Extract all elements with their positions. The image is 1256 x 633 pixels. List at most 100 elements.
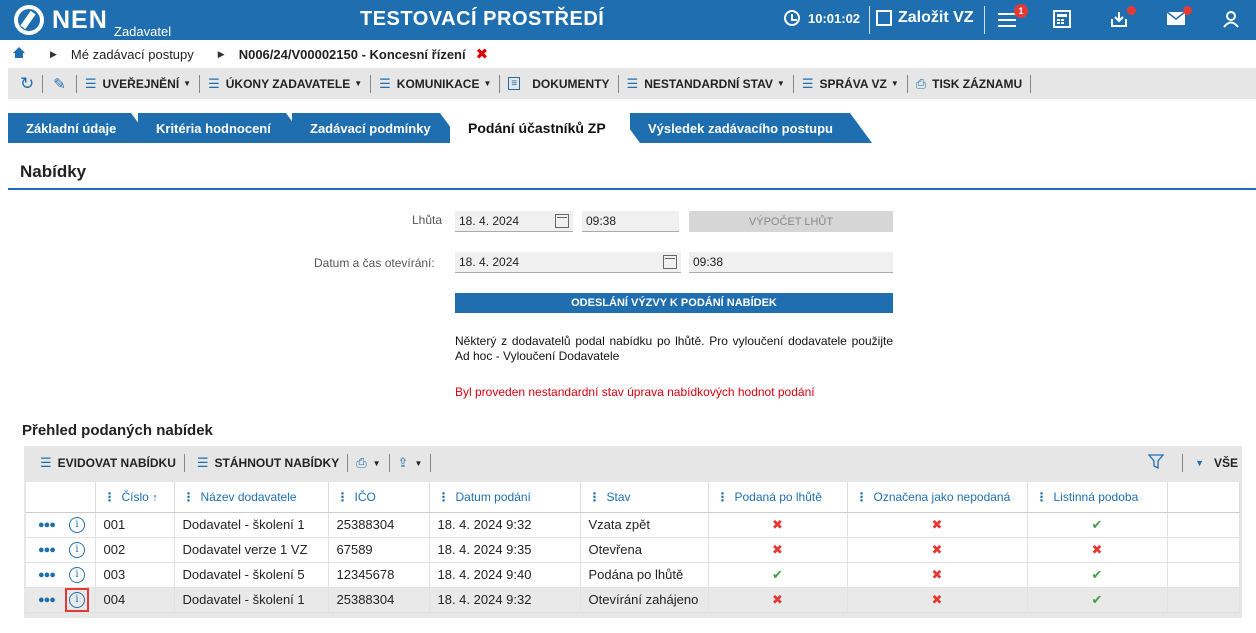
row-actions: ●●● i [26,562,96,588]
cell-supplier-name: Dodavatel - školení 5 [174,562,329,588]
calendar-icon[interactable] [555,214,569,228]
cell-empty [1167,537,1240,563]
calculator-button[interactable] [1053,10,1075,30]
info-icon[interactable]: i [68,566,85,583]
manage-vz-menu[interactable]: ☰ SPRÁVA VZ ▼ [794,68,907,99]
info-icon[interactable]: i [68,591,85,608]
header-divider [869,6,870,34]
create-vz-button[interactable]: Založit VZ [876,9,974,27]
contracting-actions-label: ÚKONY ZADAVATELE [225,76,351,91]
nen-logo[interactable]: NEN [14,4,108,36]
breadcrumb-my-procedures[interactable]: Mé zadávací postupy [71,47,194,62]
column-header-paper-form[interactable]: ⋮ Listinná podoba [1027,482,1168,513]
row-actions: ●●● i [26,512,96,538]
cell-empty [1167,562,1240,588]
sort-ascending-icon: ↑ [152,491,158,504]
chevron-right-icon: ▶ [217,48,225,59]
export-menu[interactable]: ⇪ ▼ [390,446,431,480]
column-header-number[interactable]: ⋮ Číslo ↑ [95,482,175,513]
filter-icon[interactable] [1147,453,1165,474]
deadline-date-field[interactable]: 18. 4. 2024 [455,211,573,232]
user-button[interactable] [1222,10,1244,30]
publish-menu[interactable]: ☰ UVEŘEJNĚNÍ ▼ [77,68,199,99]
caret-down-icon: ▼ [776,79,785,88]
tab-basic-info[interactable]: Základní údaje [8,113,153,143]
messages-button[interactable] [1166,6,1192,30]
column-header-state[interactable]: ⋮ Stav [580,482,709,513]
documents-button[interactable]: ≡ DOKUMENTY [500,68,617,99]
cross-icon: ✖ [931,541,943,557]
communication-menu[interactable]: ☰ KOMUNIKACE ▼ [371,68,499,99]
menu-button[interactable]: 1 [998,4,1028,30]
info-icon[interactable]: i [68,516,85,533]
nonstandard-state-warning: Byl proveden nestandardní stav úprava na… [455,385,815,399]
tab-evaluation-criteria[interactable]: Kritéria hodnocení [138,113,308,143]
grid-toolbar: ☰ EVIDOVAT NABÍDKU ☰ STÁHNOUT NABÍDKY ⎙ ▼ ⇪… [24,446,1242,480]
cell-ico: 67589 [328,537,430,563]
submissions-overview-title: Přehled podaných nabídek [22,422,213,439]
info-icon[interactable]: i [68,541,85,558]
messages-notification-dot [1183,6,1192,15]
view-all-label[interactable]: VŠE [1214,456,1238,470]
cell-late-submission: ✔ [708,562,848,588]
contracting-actions-menu[interactable]: ☰ ÚKONY ZADAVATELE ▼ [200,68,370,99]
cell-number: 002 [95,537,175,563]
inbox-button[interactable] [1110,6,1136,30]
table-row[interactable]: ●●● i 001 Dodavatel - školení 1 25388304 18. … [26,512,1240,538]
more-options-icon[interactable]: ●●● [38,519,56,531]
register-offer-button[interactable]: ☰ EVIDOVAT NABÍDKU [24,446,184,480]
cell-empty [1167,587,1240,613]
send-invitation-button[interactable]: ODESLÁNÍ VÝZVY K PODÁNÍ NABÍDEK [455,293,893,313]
home-icon[interactable] [12,46,26,62]
user-icon [1223,11,1239,28]
more-options-icon[interactable]: ●●● [38,544,56,556]
table-row[interactable]: ●●● i 004 Dodavatel - školení 1 25388304 18. … [26,587,1240,613]
more-options-icon[interactable]: ●●● [38,569,56,581]
cell-state: Otevřena [580,537,709,563]
nonstandard-state-menu[interactable]: ☰ NESTANDARDNÍ STAV ▼ [619,68,793,99]
opening-time-field[interactable]: 09:38 [689,252,893,273]
column-header-submission-date[interactable]: ⋮ Datum podání [429,482,581,513]
more-options-icon[interactable]: ●●● [38,594,56,606]
main-toolbar: ↻ ✎ ☰ UVEŘEJNĚNÍ ▼ ☰ ÚKONY ZADAVATELE ▼ ☰ KOM… [8,68,1256,99]
manage-vz-label: SPRÁVA VZ [819,76,887,91]
refresh-icon: ↻ [20,73,35,93]
caret-down-icon[interactable]: ▼ [1195,458,1204,468]
publish-label: UVEŘEJNĚNÍ [102,76,180,91]
calendar-icon[interactable] [663,255,677,269]
printer-icon: ⎙ [915,75,927,91]
submissions-grid: ☰ EVIDOVAT NABÍDKU ☰ STÁHNOUT NABÍDKY ⎙ ▼ ⇪… [24,446,1242,618]
cell-submission-date: 18. 4. 2024 9:40 [429,562,581,588]
toolbar-divider [1182,454,1184,472]
deadline-time-field[interactable]: 09:38 [582,211,679,232]
tab-tender-conditions[interactable]: Zadávací podmínky [292,113,462,143]
submissions-table: ⋮ Číslo ↑ ⋮ Název dodavatele ⋮ IČO ⋮ Datum p… [26,482,1240,613]
tab-procedure-result[interactable]: Výsledek zadávacího postupu [630,113,872,143]
print-record-button[interactable]: ⎙ TISK ZÁZNAMU [908,68,1030,99]
column-header-ico[interactable]: ⋮ IČO [328,482,430,513]
opening-date-field[interactable]: 18. 4. 2024 [455,252,681,273]
table-row[interactable]: ●●● i 002 Dodavatel verze 1 VZ 67589 18. 4. 2… [26,537,1240,563]
close-icon[interactable]: ✖ [476,45,489,63]
section-divider [8,188,1256,190]
deadline-label: Lhůta [412,213,443,227]
tab-participant-submissions[interactable]: Podání účastníků ZP [450,113,640,143]
table-row[interactable]: ●●● i 003 Dodavatel - školení 5 12345678 18. … [26,562,1240,588]
download-offers-button[interactable]: ☰ STÁHNOUT NABÍDKY [185,446,347,480]
breadcrumb-current-procedure[interactable]: N006/24/V00002150 - Koncesní řízení [239,47,466,62]
print-menu[interactable]: ⎙ ▼ [348,446,388,480]
opening-time-value: 09:38 [693,255,724,269]
print-record-label: TISK ZÁZNAMU [932,76,1023,91]
cell-number: 004 [95,587,175,613]
cell-supplier-name: Dodavatel - školení 1 [174,587,329,613]
edit-button[interactable]: ✎ [43,68,76,99]
column-header-marked-unsubmitted[interactable]: ⋮ Označena jako nepodaná [847,482,1028,513]
header-divider [984,6,985,34]
cross-icon: ✖ [931,516,943,532]
column-header-late-submission[interactable]: ⋮ Podaná po lhůtě [708,482,848,513]
environment-title: TESTOVACÍ PROSTŘEDÍ [360,8,605,30]
column-header-supplier-name[interactable]: ⋮ Název dodavatele [174,482,329,513]
calculate-deadlines-button[interactable]: VÝPOČET LHŮT [689,211,893,232]
refresh-button[interactable]: ↻ [8,68,42,99]
toolbar-divider [430,454,432,472]
